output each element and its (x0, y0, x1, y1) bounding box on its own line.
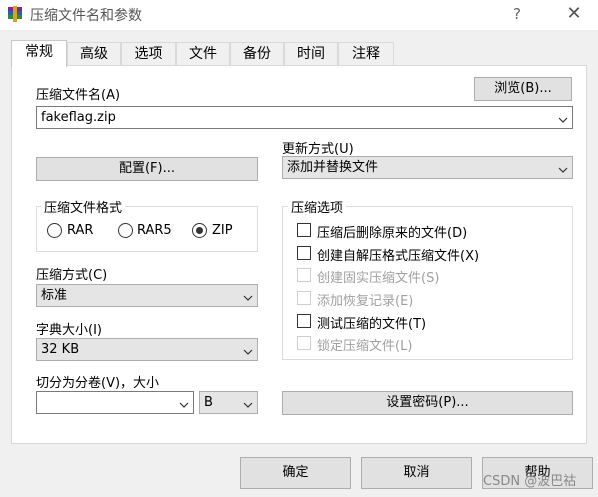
watermark: CSDN @波巴祜 (483, 474, 577, 489)
checkbox-recovery-label: 添加恢复记录(E) (317, 294, 414, 309)
dictionary-size-select[interactable]: 32 KB (36, 338, 258, 361)
radio-zip-label[interactable]: ZIP (212, 223, 233, 238)
checkbox-delete-after-label[interactable]: 压缩后删除原来的文件(D) (317, 222, 467, 241)
tab-general[interactable]: 常规 (11, 40, 67, 67)
split-unit-select[interactable]: B (199, 391, 258, 414)
radio-zip[interactable] (192, 223, 207, 238)
tab-comment[interactable]: 注释 (338, 42, 394, 66)
profiles-button[interactable]: 配置(F)... (36, 157, 258, 181)
general-panel: 压缩文件名(A) 浏览(B)... fakeflag.zip 配置(F)... … (11, 65, 587, 444)
checkbox-test[interactable] (297, 314, 311, 328)
dictionary-size-value: 32 KB (41, 342, 80, 357)
tab-time[interactable]: 时间 (284, 42, 338, 66)
radio-rar5-label[interactable]: RAR5 (137, 223, 172, 238)
close-button[interactable]: ✕ (560, 2, 588, 26)
browse-button[interactable]: 浏览(B)... (474, 77, 572, 101)
chevron-down-icon (243, 289, 253, 301)
tab-advanced[interactable]: 高级 (67, 42, 121, 66)
checkbox-sfx[interactable] (297, 246, 311, 260)
compression-method-select[interactable]: 标准 (36, 284, 258, 307)
split-volumes-label: 切分为分卷(V)，大小 (36, 376, 160, 391)
tab-backup[interactable]: 备份 (230, 42, 284, 66)
cancel-button[interactable]: 取消 (361, 457, 472, 489)
dictionary-size-label: 字典大小(I) (36, 323, 102, 338)
checkbox-test-label[interactable]: 测试压缩的文件(T) (317, 313, 426, 332)
chevron-down-icon (558, 161, 568, 173)
archive-name-value: fakeflag.zip (41, 110, 116, 125)
checkbox-solid-label: 创建固实压缩文件(S) (317, 271, 440, 286)
checkbox-sfx-label[interactable]: 创建自解压格式压缩文件(X) (317, 245, 479, 264)
archive-options-title: 压缩选项 (288, 197, 347, 216)
set-password-button[interactable]: 设置密码(P)... (282, 391, 573, 415)
tab-options[interactable]: 选项 (121, 42, 176, 66)
compression-method-label: 压缩方式(C) (36, 268, 108, 283)
radio-rar-label[interactable]: RAR (67, 223, 93, 238)
window-title: 压缩文件名和参数 (30, 8, 142, 24)
archive-name-label: 压缩文件名(A) (36, 88, 121, 103)
update-mode-select[interactable]: 添加并替换文件 (282, 156, 573, 179)
chevron-down-icon (243, 343, 253, 355)
chevron-down-icon (243, 396, 253, 408)
radio-rar5[interactable] (118, 223, 133, 238)
checkbox-recovery (297, 291, 311, 305)
help-title-button[interactable]: ? (505, 2, 529, 26)
radio-rar[interactable] (47, 223, 62, 238)
chevron-down-icon (179, 396, 189, 408)
update-mode-label: 更新方式(U) (282, 142, 354, 157)
split-volumes-combo[interactable] (36, 391, 194, 414)
radio-selected-dot (196, 227, 203, 234)
ok-button[interactable]: 确定 (240, 457, 351, 489)
archive-format-title: 压缩文件格式 (41, 197, 126, 216)
checkbox-lock-label: 锁定压缩文件(L) (317, 339, 413, 354)
checkbox-delete-after[interactable] (297, 223, 311, 237)
title-bar: 压缩文件名和参数 ? ✕ (0, 0, 598, 30)
checkbox-solid (297, 268, 311, 282)
tab-files[interactable]: 文件 (176, 42, 230, 66)
split-unit-value: B (204, 395, 213, 410)
update-mode-value: 添加并替换文件 (287, 160, 379, 175)
checkbox-lock (297, 336, 311, 350)
winrar-icon (6, 5, 24, 23)
chevron-down-icon (558, 111, 568, 123)
compression-method-value: 标准 (41, 288, 68, 303)
archive-name-combo[interactable]: fakeflag.zip (36, 106, 573, 129)
